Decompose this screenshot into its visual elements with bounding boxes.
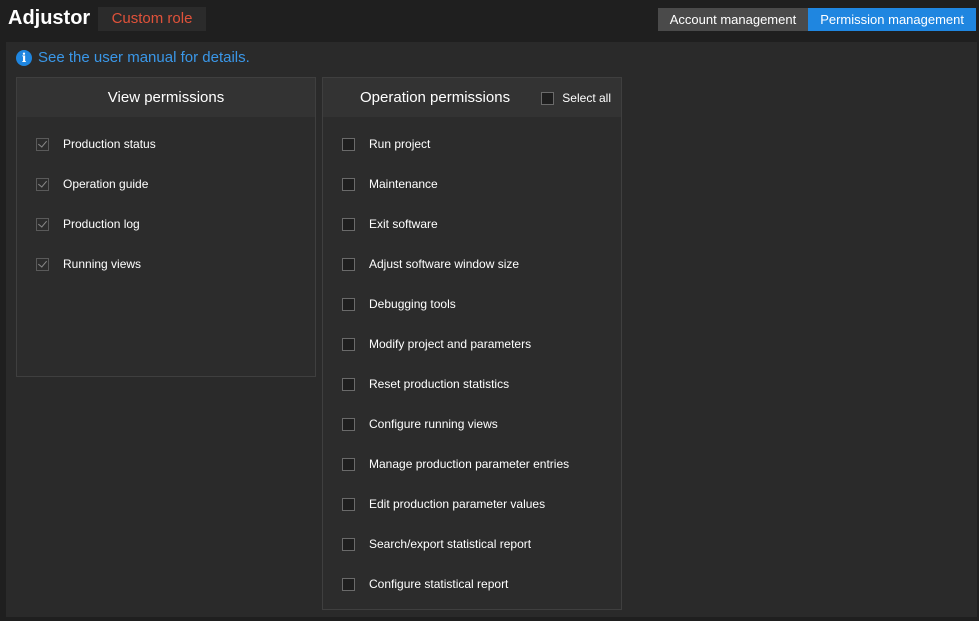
select-all-label: Select all xyxy=(562,91,611,105)
permission-label: Configure running views xyxy=(369,417,498,431)
permission-label: Run project xyxy=(369,137,431,151)
permission-checkbox[interactable] xyxy=(36,177,49,191)
permission-label: Production status xyxy=(63,137,156,151)
operation-permissions-panel: Operation permissions Select all Run pro… xyxy=(322,77,622,610)
permission-checkbox[interactable] xyxy=(342,297,355,311)
permission-checkbox[interactable] xyxy=(342,497,355,511)
tab-account-management[interactable]: Account management xyxy=(657,8,809,31)
permission-checkbox[interactable] xyxy=(342,137,355,151)
permission-label: Running views xyxy=(63,257,142,271)
permission-label: Operation guide xyxy=(63,177,149,191)
permission-checkbox[interactable] xyxy=(342,457,355,471)
permission-checkbox[interactable] xyxy=(342,577,355,591)
view-permissions-panel: View permissions Production status Operat… xyxy=(16,77,316,377)
permission-label: Maintenance xyxy=(369,177,438,191)
manual-hint-text[interactable]: See the user manual for details. xyxy=(38,49,250,66)
permission-label: Production log xyxy=(63,217,140,231)
select-all-checkbox[interactable] xyxy=(541,91,555,105)
permission-item-production-status[interactable]: Production status xyxy=(36,134,156,154)
permission-item-running-views[interactable]: Running views xyxy=(36,254,141,274)
info-icon: i xyxy=(16,49,32,66)
permission-item-run-project[interactable]: Run project xyxy=(342,134,430,154)
permission-checkbox[interactable] xyxy=(36,217,49,231)
permission-item-modify-project-and-parameters[interactable]: Modify project and parameters xyxy=(342,334,531,354)
manual-hint: i See the user manual for details. xyxy=(16,49,250,66)
permission-item-reset-production-statistics[interactable]: Reset production statistics xyxy=(342,374,509,394)
tab-bar: Account management Permission management xyxy=(657,8,976,31)
permission-item-debugging-tools[interactable]: Debugging tools xyxy=(342,294,456,314)
tab-permission-management[interactable]: Permission management xyxy=(808,8,976,31)
permission-checkbox[interactable] xyxy=(342,537,355,551)
permission-label: Adjust software window size xyxy=(369,257,520,271)
permission-item-adjust-software-window-size[interactable]: Adjust software window size xyxy=(342,254,519,274)
permission-label: Configure statistical report xyxy=(369,577,509,591)
permission-item-production-log[interactable]: Production log xyxy=(36,214,140,234)
role-badge: Custom role xyxy=(98,7,206,31)
view-permissions-title: View permissions xyxy=(107,89,225,106)
permission-item-search-export-statistical-report[interactable]: Search/export statistical report xyxy=(342,534,531,554)
main-content: i See the user manual for details. View … xyxy=(6,42,977,617)
permission-checkbox[interactable] xyxy=(342,257,355,271)
permission-item-operation-guide[interactable]: Operation guide xyxy=(36,174,148,194)
permission-checkbox[interactable] xyxy=(342,377,355,391)
app-title: Adjustor xyxy=(8,7,91,29)
permission-label: Edit production parameter values xyxy=(369,497,546,511)
permission-checkbox[interactable] xyxy=(36,137,49,151)
permission-checkbox[interactable] xyxy=(342,337,355,351)
permission-item-maintenance[interactable]: Maintenance xyxy=(342,174,438,194)
permission-label: Search/export statistical report xyxy=(369,537,532,551)
permission-item-manage-production-parameter-entries[interactable]: Manage production parameter entries xyxy=(342,454,569,474)
permission-label: Debugging tools xyxy=(369,297,456,311)
permission-checkbox[interactable] xyxy=(342,177,355,191)
permission-checkbox[interactable] xyxy=(342,217,355,231)
operation-permissions-title: Operation permissions xyxy=(360,89,511,106)
view-permissions-header: View permissions xyxy=(17,78,315,117)
permission-label: Manage production parameter entries xyxy=(369,457,570,471)
operation-permissions-header: Operation permissions Select all xyxy=(323,78,621,117)
permission-label: Modify project and parameters xyxy=(369,337,532,351)
permission-label: Reset production statistics xyxy=(369,377,510,391)
permission-checkbox[interactable] xyxy=(342,417,355,431)
permission-item-exit-software[interactable]: Exit software xyxy=(342,214,438,234)
top-bar: Adjustor Custom role Account management … xyxy=(0,0,979,40)
permission-item-configure-running-views[interactable]: Configure running views xyxy=(342,414,498,434)
select-all-toggle[interactable]: Select all xyxy=(541,91,611,105)
permission-item-edit-production-parameter-values[interactable]: Edit production parameter values xyxy=(342,494,545,514)
permission-item-configure-statistical-report[interactable]: Configure statistical report xyxy=(342,574,508,594)
permission-label: Exit software xyxy=(369,217,438,231)
permission-checkbox[interactable] xyxy=(36,257,49,271)
